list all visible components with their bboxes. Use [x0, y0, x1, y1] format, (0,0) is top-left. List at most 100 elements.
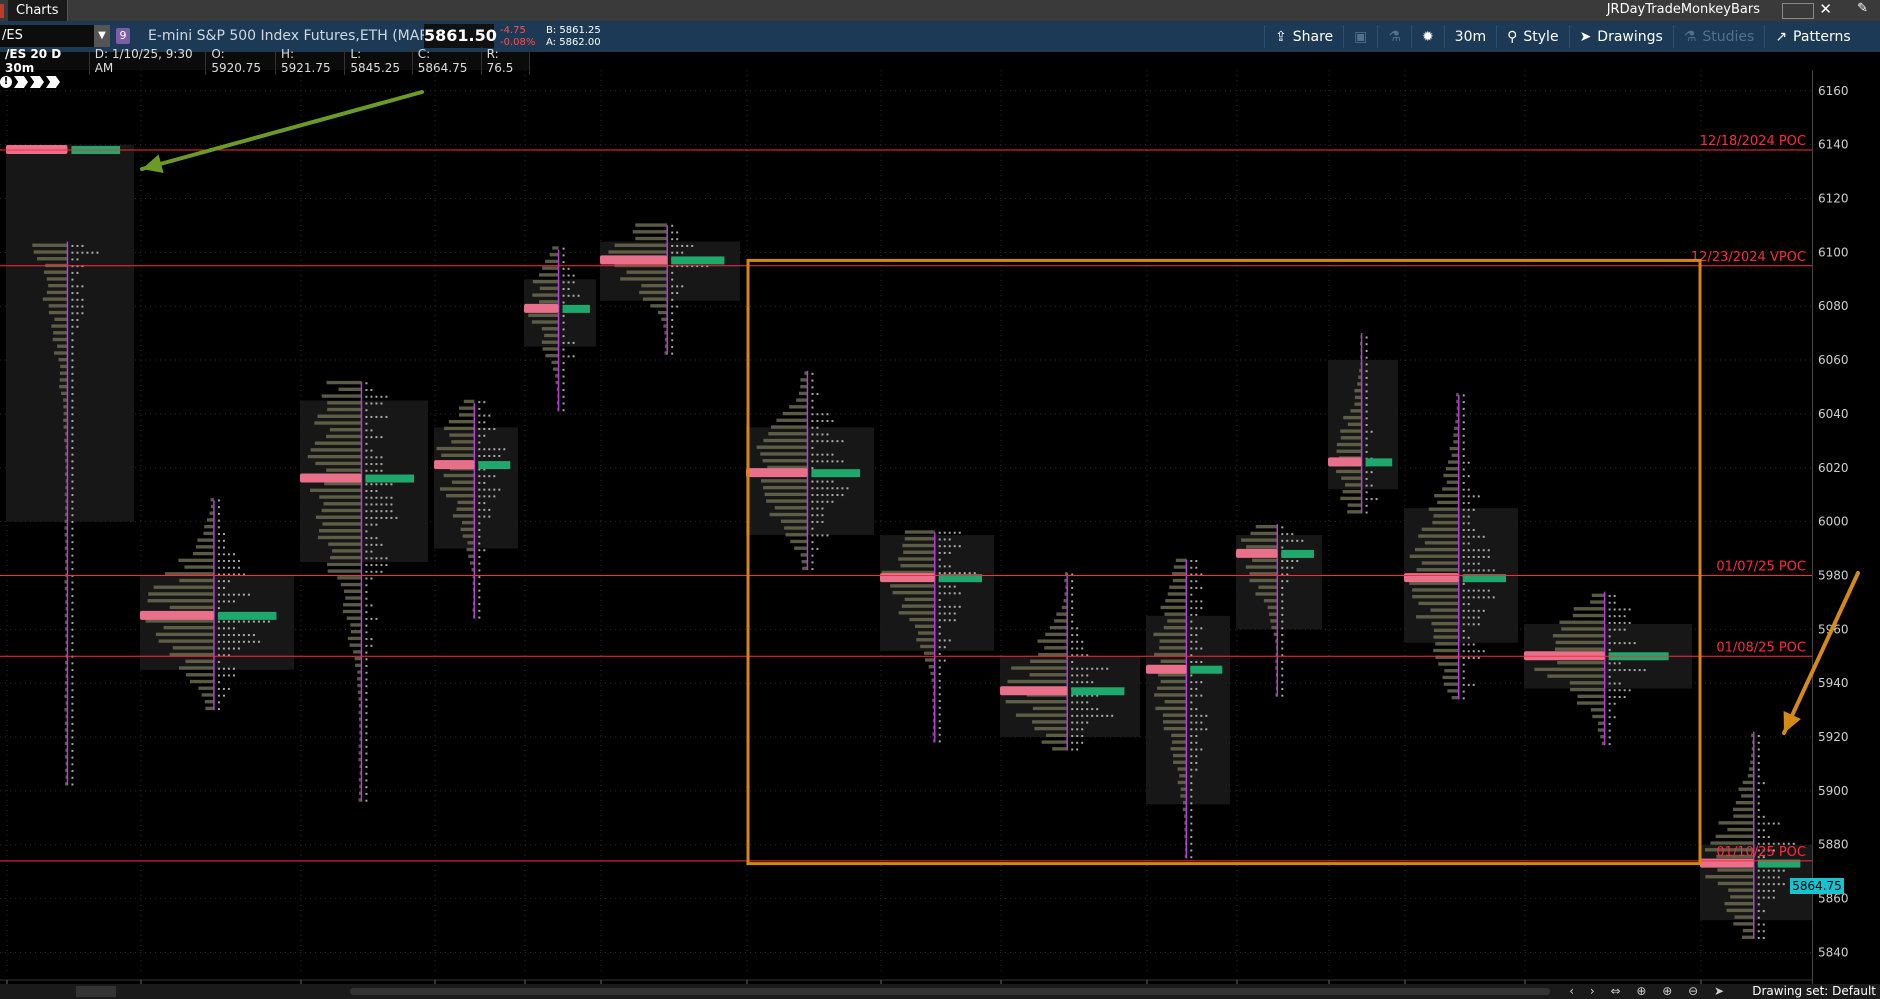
market-profile-chart[interactable]: 5840586058805900592059405960598060006020…: [0, 70, 1880, 984]
close-icon[interactable]: ✕: [1819, 0, 1832, 18]
tpo-letter: [572, 294, 575, 297]
studies-button[interactable]: ⚗ Studies: [1672, 25, 1765, 48]
tpo-letter: [1096, 714, 1099, 717]
app-icon: [0, 3, 4, 18]
tpo-letter: [938, 740, 941, 743]
tpo-letter: [1195, 714, 1198, 717]
scroll-tab[interactable]: [76, 986, 116, 997]
horizontal-scrollbar[interactable]: [350, 988, 1550, 995]
window-restore-button[interactable]: [1782, 3, 1814, 19]
profile-bar: [1555, 640, 1605, 645]
patterns-button[interactable]: ↗ Patterns: [1764, 25, 1860, 48]
tpo-letter: [943, 538, 946, 541]
tpo-letter: [71, 393, 74, 396]
account-name[interactable]: JRDayTradeMonkeyBars: [1607, 2, 1760, 17]
tpo-letter: [222, 566, 225, 569]
tpo-letter: [1472, 495, 1475, 498]
tpo-letter: [1286, 566, 1289, 569]
tpo-letter: [1772, 822, 1775, 825]
tpo-letter: [71, 628, 74, 631]
tpo-letter: [365, 382, 368, 385]
tpo-letter: [948, 565, 951, 568]
drawing-set-label[interactable]: Drawing set: Default: [1752, 984, 1876, 998]
tpo-letter: [1195, 607, 1198, 610]
screenshot-button[interactable]: ▣: [1343, 25, 1377, 48]
tpo-letter: [671, 292, 674, 295]
tpo-letter: [1608, 662, 1611, 665]
tpo-letter: [572, 281, 575, 284]
flask-button[interactable]: ⚗: [1377, 25, 1411, 48]
y-tick-label: 5940: [1818, 676, 1849, 690]
style-button[interactable]: ⚲ Style: [1496, 25, 1568, 48]
tpo-letter: [948, 619, 951, 622]
tpo-letter: [1086, 714, 1089, 717]
symbol-dropdown-icon[interactable]: ▼: [94, 25, 110, 47]
profile-bar: [451, 480, 475, 484]
green-arrow[interactable]: [140, 90, 424, 171]
tpo-letter: [71, 588, 74, 591]
tpo-letter: [1467, 502, 1470, 505]
tpo-letter: [562, 382, 565, 385]
tpo-letter: [227, 566, 230, 569]
profile-bar: [762, 459, 808, 463]
tpo-letter: [562, 362, 565, 365]
tpo-letter: [71, 480, 74, 483]
tpo-letter: [365, 745, 368, 748]
tpo-letter: [370, 523, 373, 526]
profile-bar: [1159, 646, 1187, 650]
profile-bar: [904, 597, 935, 602]
tpo-letter: [365, 739, 368, 742]
profile-bar: [552, 367, 559, 371]
pin-icon[interactable]: ✎: [1857, 1, 1868, 16]
tab-charts[interactable]: Charts: [8, 0, 68, 21]
tpo-letter: [567, 355, 570, 358]
tpo-letter: [671, 251, 674, 254]
share-button[interactable]: ⇪ Share: [1264, 25, 1343, 48]
tpo-letter: [227, 634, 230, 637]
tpo-letter: [385, 496, 388, 499]
profile-bar: [1154, 693, 1187, 697]
bottom-bar: ‹ › ⇔ ⊕ ⊕ ⊖ ➤ Drawing set: Default: [0, 984, 1880, 999]
tpo-letter: [222, 640, 225, 643]
profile-bar: [198, 686, 214, 690]
profile-bar: [42, 297, 68, 301]
tpo-letter: [81, 298, 84, 301]
tpo-letter: [1286, 580, 1289, 583]
tpo-letter: [1767, 836, 1770, 839]
profile-bar: [197, 538, 214, 542]
zoom-controls[interactable]: ‹ › ⇔ ⊕ ⊕ ⊖ ➤: [1569, 984, 1730, 998]
profile-bar: [436, 446, 475, 451]
tpo-letter: [1081, 721, 1084, 724]
tpo-letter: [1081, 714, 1084, 717]
settings-button[interactable]: ✹: [1410, 25, 1444, 48]
link-group-button[interactable]: 9: [116, 28, 130, 44]
profile-bar: [1045, 632, 1068, 637]
profile-bar: [898, 557, 935, 561]
tpo-letter: [948, 612, 951, 615]
profile-bar: [178, 558, 214, 563]
profile-bar: [1424, 541, 1459, 545]
tpo-letter: [478, 475, 481, 478]
tpo-letter: [1190, 600, 1193, 603]
tpo-letter: [1081, 735, 1084, 738]
profile-bar: [53, 331, 68, 335]
profile-bar: [349, 643, 362, 647]
tpo-letter: [1462, 650, 1465, 653]
profile-bar: [1173, 760, 1187, 764]
profile-bar: [314, 421, 362, 425]
alert-icon[interactable]: !: [0, 76, 12, 88]
tpo-letter: [488, 414, 491, 417]
tpo-letter: [365, 510, 368, 513]
tpo-letter: [375, 503, 378, 506]
profile-bar: [1163, 720, 1187, 724]
tpo-letter: [1762, 876, 1765, 879]
tpo-letter: [370, 516, 373, 519]
tpo-letter: [1482, 650, 1485, 653]
timeframe-button[interactable]: 30m: [1443, 25, 1496, 48]
tpo-letter: [1281, 607, 1284, 610]
tpo-letter: [1467, 488, 1470, 491]
tpo-letter: [562, 281, 565, 284]
tpo-letter: [1628, 669, 1631, 672]
tpo-letter: [76, 251, 79, 254]
drawings-button[interactable]: ➤ Drawings: [1568, 25, 1673, 48]
